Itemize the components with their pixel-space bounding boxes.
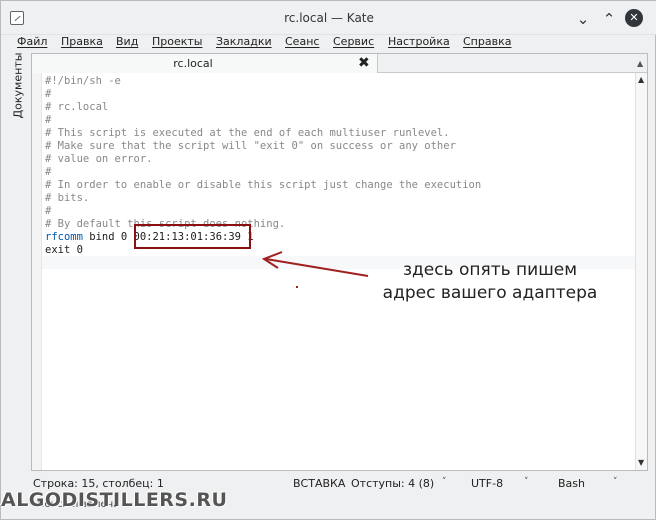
exit-code: 0 bbox=[70, 244, 83, 256]
syntax-mode-selector[interactable]: Bash bbox=[558, 477, 585, 490]
code-line: # This script is executed at the end of … bbox=[45, 127, 450, 139]
line-gutter bbox=[32, 73, 42, 470]
annotation-line-1: здесь опять пишем bbox=[402, 260, 578, 280]
menu-edit[interactable]: Правка bbox=[61, 35, 103, 48]
annotation-dot bbox=[296, 286, 298, 288]
address-highlight-box bbox=[134, 224, 251, 249]
documents-label: Документы bbox=[11, 52, 25, 119]
code-line: # In order to enable or disable this scr… bbox=[45, 179, 482, 191]
title-bar[interactable]: rc.local — Kate ⌄ ⌃ ✕ bbox=[1, 1, 656, 35]
close-window-icon[interactable]: ✕ bbox=[625, 9, 643, 27]
code-line: # Make sure that the script will "exit 0… bbox=[45, 140, 456, 152]
code-line: # value on error. bbox=[45, 153, 153, 165]
code-line: # bbox=[45, 88, 52, 100]
scroll-down-icon[interactable]: ▼ bbox=[638, 458, 644, 467]
tab-list-chevron-icon[interactable]: ▲ bbox=[637, 59, 643, 68]
tab-label: rc.local bbox=[173, 57, 213, 70]
input-mode[interactable]: ВСТАВКА bbox=[293, 477, 345, 490]
code-line: # bbox=[45, 205, 52, 217]
menu-tools[interactable]: Сервис bbox=[333, 35, 374, 48]
indent-dropdown-icon[interactable]: ˅ bbox=[442, 477, 447, 487]
tab-rc-local[interactable]: rc.local ✖ bbox=[32, 54, 378, 73]
menu-bookmarks[interactable]: Закладки bbox=[216, 35, 272, 48]
menu-session[interactable]: Сеанс bbox=[285, 35, 319, 48]
menu-projects[interactable]: Проекты bbox=[152, 35, 203, 48]
maximize-icon[interactable]: ⌃ bbox=[599, 9, 619, 29]
encoding-dropdown-icon[interactable]: ˅ bbox=[524, 477, 529, 487]
code-line: # rc.local bbox=[45, 101, 109, 113]
encoding-selector[interactable]: UTF-8 bbox=[471, 477, 503, 490]
menu-view[interactable]: Вид bbox=[116, 35, 138, 48]
exit-line: exit 0 bbox=[45, 244, 83, 257]
scroll-up-icon[interactable]: ▲ bbox=[638, 75, 644, 84]
syntax-dropdown-icon[interactable]: ˅ bbox=[613, 477, 618, 487]
code-line: #!/bin/sh -e bbox=[45, 75, 121, 87]
watermark: ALGODISTILLERS.RU bbox=[1, 489, 228, 511]
tab-close-icon[interactable]: ✖ bbox=[358, 56, 370, 70]
menu-file[interactable]: Файл bbox=[17, 35, 47, 48]
menu-bar: Файл Правка Вид Проекты Закладки Сеанс С… bbox=[1, 35, 656, 51]
rfcomm-args: bind 0 bbox=[82, 231, 134, 243]
exit-keyword: exit bbox=[45, 244, 71, 256]
indent-settings[interactable]: Отступы: 4 (8) bbox=[351, 477, 434, 490]
bottom-toolview-bar: Поиск и замена ALGODISTILLERS.RU bbox=[1, 489, 656, 520]
rfcomm-command: rfcomm bbox=[45, 231, 83, 243]
code-line: # bbox=[45, 114, 52, 126]
code-line: # bbox=[45, 166, 52, 178]
minimize-icon[interactable]: ⌄ bbox=[573, 9, 593, 29]
documents-sidebar-tab[interactable]: Документы bbox=[7, 51, 29, 123]
menu-settings[interactable]: Настройка bbox=[388, 35, 450, 48]
code-line: # bits. bbox=[45, 192, 90, 204]
window-title: rc.local — Kate bbox=[284, 11, 374, 25]
menu-help[interactable]: Справка bbox=[463, 35, 511, 48]
tab-bar: rc.local ✖ ▲ bbox=[32, 54, 647, 73]
annotation-line-2: адрес вашего адаптера bbox=[382, 283, 598, 303]
